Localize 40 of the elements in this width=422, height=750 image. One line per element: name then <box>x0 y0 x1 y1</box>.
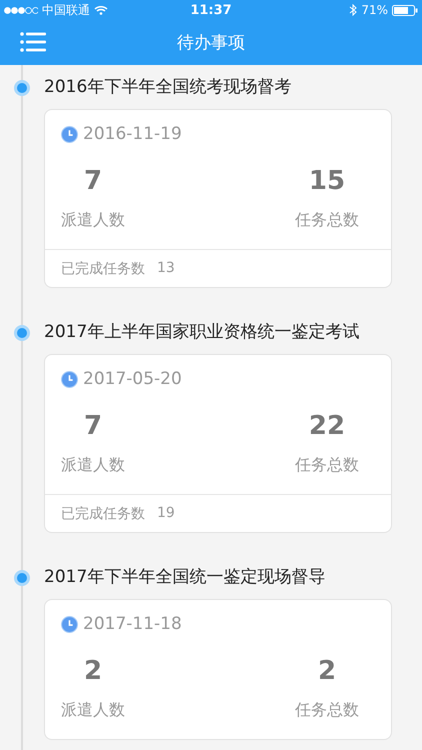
stat-value: 2 <box>318 656 336 686</box>
page-title: 待办事项 <box>177 32 245 54</box>
stat-value: 22 <box>308 411 346 441</box>
bluetooth-icon <box>349 4 358 16</box>
stat-value: 7 <box>84 411 102 441</box>
timeline-dot <box>14 325 30 341</box>
stat-label: 派遣人数 <box>61 210 125 231</box>
battery-icon <box>392 4 418 16</box>
menu-button[interactable] <box>20 31 46 53</box>
stat-label: 任务总数 <box>295 455 359 476</box>
status-time: 11:37 <box>190 2 232 18</box>
task-card[interactable]: 2017-11-18 2 派遣人数 2 任务总数 <box>44 599 392 740</box>
stat-value: 15 <box>308 166 346 196</box>
stat-label: 任务总数 <box>295 700 359 721</box>
stat-label: 任务总数 <box>295 210 359 231</box>
signal-icon <box>4 6 38 14</box>
task-title: 2017年下半年全国统一鉴定现场督导 <box>44 566 326 589</box>
task-date: 2016-11-19 <box>83 124 182 144</box>
timeline-dot <box>14 570 30 586</box>
battery-percent: 71% <box>361 3 388 17</box>
clock-icon <box>61 616 78 632</box>
completed-count: 19 <box>157 505 175 523</box>
stat-label: 派遣人数 <box>61 700 125 721</box>
task-card[interactable]: 2016-11-19 7 派遣人数 15 任务总数 已完成任务数 13 <box>44 109 392 288</box>
completed-label: 已完成任务数 <box>61 260 145 278</box>
task-date: 2017-11-18 <box>83 614 182 634</box>
task-card[interactable]: 2017-05-20 7 派遣人数 22 任务总数 已完成任务数 19 <box>44 354 392 533</box>
clock-icon <box>61 126 78 142</box>
task-title: 2016年下半年全国统考现场督考 <box>44 76 292 99</box>
completed-label: 已完成任务数 <box>61 505 145 523</box>
wifi-icon <box>94 5 108 15</box>
clock-icon <box>61 370 78 388</box>
task-title: 2017年上半年国家职业资格统一鉴定考试 <box>44 321 360 344</box>
stat-label: 派遣人数 <box>61 455 125 476</box>
task-date: 2017-05-20 <box>83 369 182 389</box>
completed-count: 13 <box>157 260 175 278</box>
stat-value: 2 <box>84 656 102 686</box>
stat-value: 7 <box>84 166 102 196</box>
carrier-name: 中国联通 <box>42 2 90 18</box>
timeline-dot <box>14 80 30 96</box>
